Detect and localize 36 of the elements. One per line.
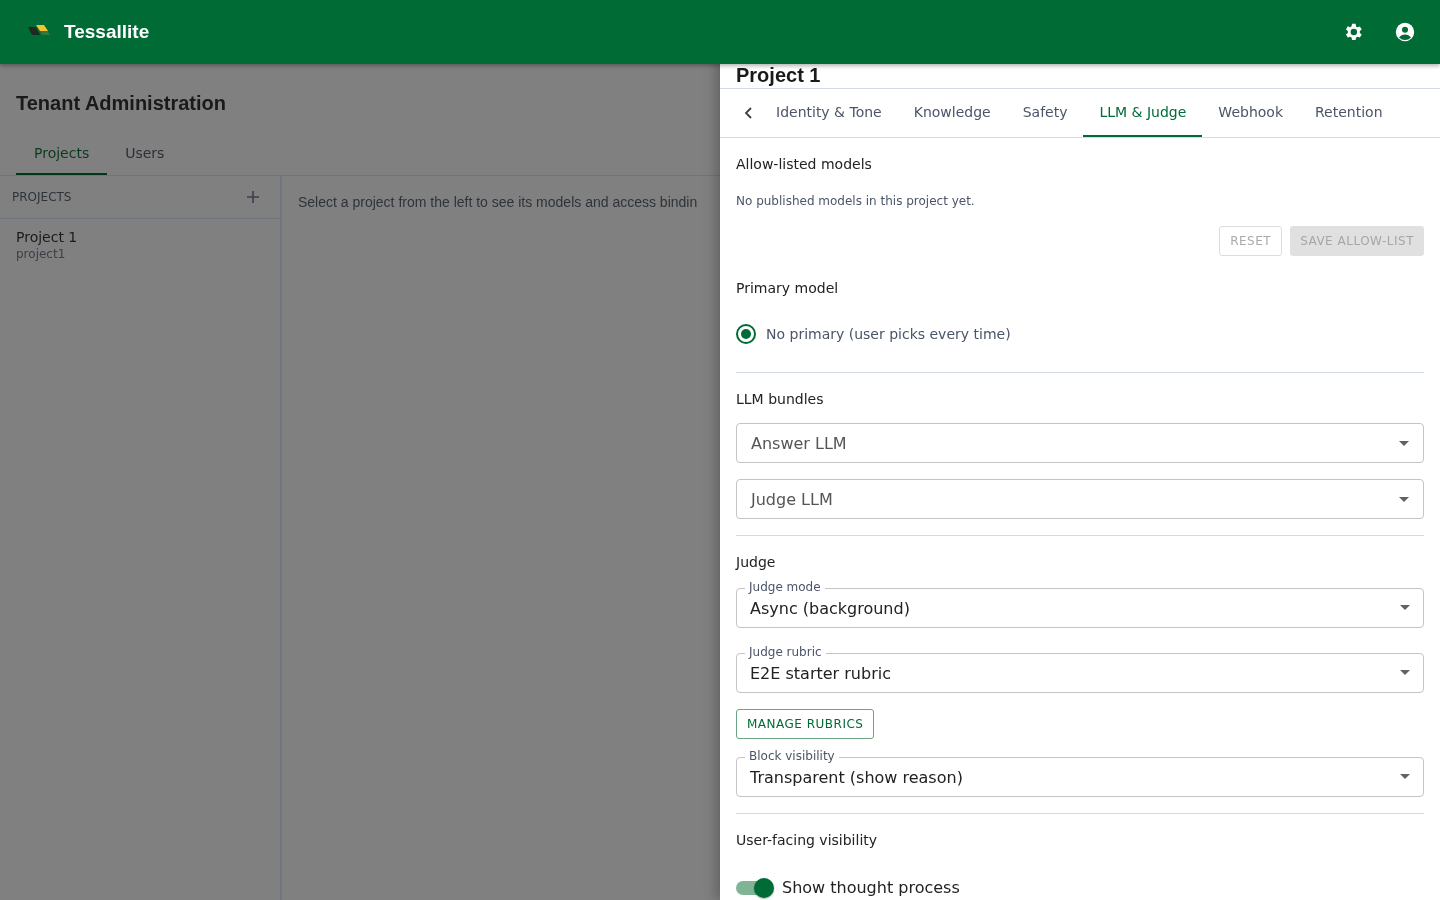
select-field[interactable]: Judge rubric E2E starter rubric — [736, 644, 1424, 693]
section-heading: Primary model — [736, 280, 840, 296]
project-item[interactable]: Project 1 project1 — [0, 219, 280, 271]
page-title: Tenant Administration — [16, 92, 227, 115]
section-heading: Allow-listed models — [736, 156, 873, 172]
toggle-switch[interactable] — [736, 880, 772, 895]
page-tab[interactable]: Users — [107, 133, 183, 175]
caret-icon — [1400, 605, 1410, 610]
empty-text: No published models in this project yet. — [736, 194, 976, 208]
select-field[interactable]: Judge mode Async (background) — [736, 579, 1424, 628]
radio-label: No primary (user picks every time) — [766, 326, 1011, 342]
caret-icon — [1400, 670, 1410, 675]
caret-icon — [1399, 441, 1409, 446]
select-field[interactable]: Answer LLM — [736, 423, 1424, 463]
app-title: Tessallite — [64, 21, 150, 43]
section-heading: Judge — [736, 554, 777, 570]
section-heading: LLM bundles — [736, 391, 825, 407]
panel-heading: PROJECTS — [12, 190, 72, 204]
section-tab[interactable]: Retention — [1299, 89, 1399, 137]
drawer-title: Project 1 — [736, 64, 821, 87]
radio-button[interactable] — [736, 324, 756, 344]
select-field[interactable]: Judge LLM — [736, 479, 1424, 519]
toggle-label: Show thought process — [782, 878, 960, 897]
section-tab[interactable]: Identity & Tone — [760, 89, 898, 137]
section-tab[interactable]: Webhook — [1202, 89, 1299, 137]
section-heading: User-facing visibility — [736, 832, 879, 848]
chevron-left-icon[interactable] — [744, 107, 754, 119]
select-field[interactable]: Block visibility Transparent (show reason) — [736, 748, 1424, 797]
manage-rubrics-button[interactable]: MANAGE RUBRICS — [736, 709, 875, 739]
caret-icon — [1399, 497, 1409, 502]
section-tab[interactable]: LLM & Judge — [1083, 89, 1203, 137]
section-tab[interactable]: Safety — [1006, 89, 1084, 137]
hint-text: Select a project from the left to see its models and access bindin — [298, 194, 698, 210]
caret-icon — [1400, 774, 1410, 779]
account-icon[interactable] — [1394, 21, 1416, 43]
section-tab[interactable]: Knowledge — [897, 89, 1007, 137]
